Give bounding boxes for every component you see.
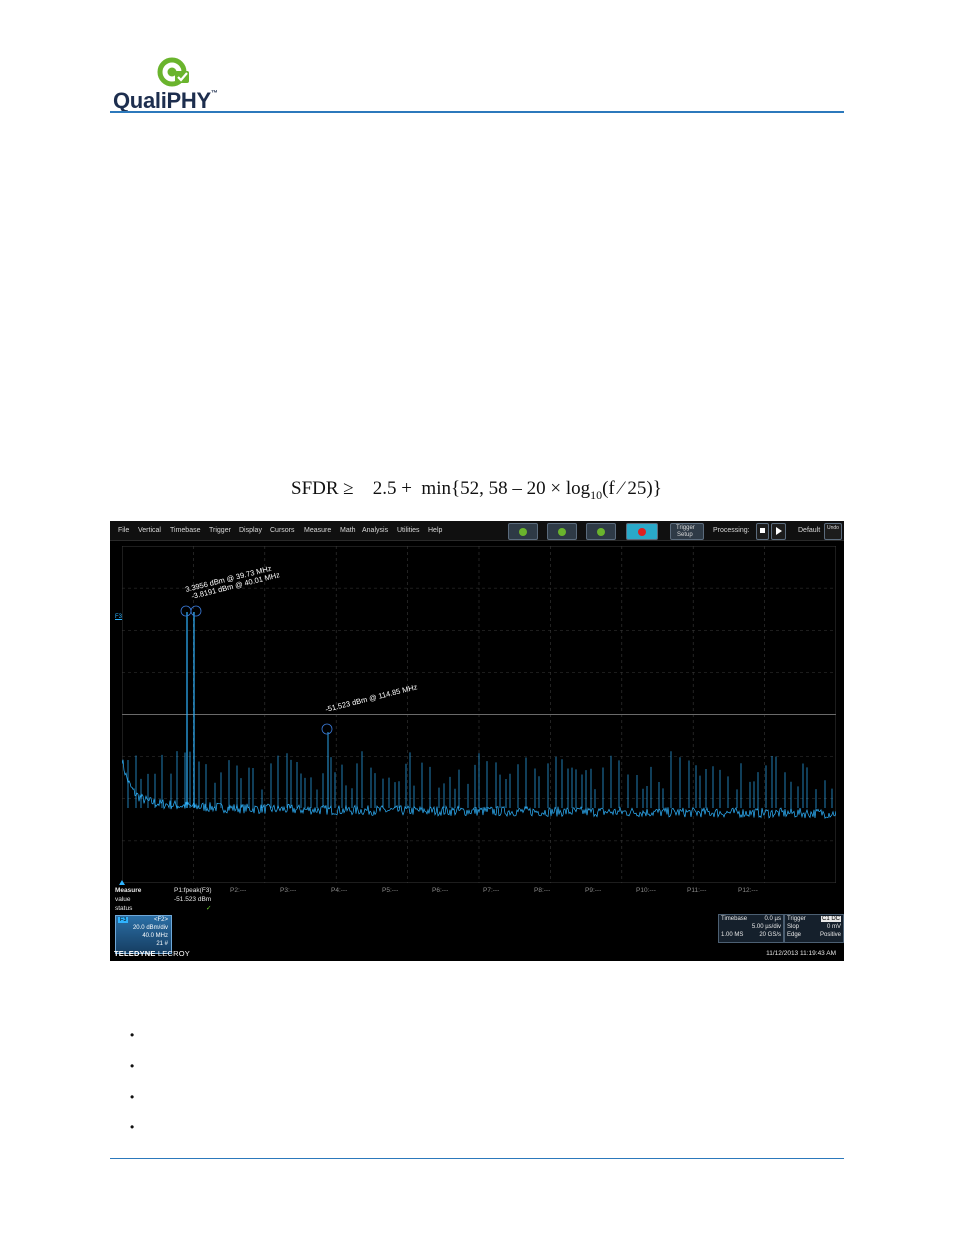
- default-label[interactable]: Default: [798, 527, 820, 534]
- trigger-edge-label: Edge: [787, 932, 802, 938]
- param-p7[interactable]: P7:---: [483, 887, 499, 894]
- trigger-setup-button[interactable]: Trigger Setup: [670, 523, 704, 540]
- param-p6[interactable]: P6:---: [432, 887, 448, 894]
- measure-row-value: value: [115, 896, 131, 903]
- snapshot-button[interactable]: [547, 523, 577, 540]
- trigger-setup-label-2: Setup: [677, 532, 693, 538]
- bullet-2: •: [130, 1059, 135, 1073]
- trigger-slope-label: Slop: [787, 924, 800, 930]
- stop-button[interactable]: [756, 523, 769, 540]
- undo-label: Undo: [827, 525, 839, 531]
- recall-button[interactable]: [586, 523, 616, 540]
- timebase-rate: 20 GS/s: [759, 932, 781, 938]
- trigger-label: Trigger: [787, 916, 806, 922]
- scope-datetime: 11/12/2013 11:19:43 AM: [766, 950, 836, 957]
- brand-bold: TELEDYNE: [114, 949, 156, 958]
- f3-scale: 20.0 dBm/div: [132, 925, 168, 931]
- logo-trademark: ™: [210, 90, 218, 97]
- recall-icon: [597, 527, 605, 536]
- menu-utilities[interactable]: Utilities: [397, 527, 420, 534]
- trigger-position-marker: [119, 880, 125, 885]
- f3-center: 40.0 MHz: [142, 933, 168, 939]
- formula-lhs: SFDR ≥: [291, 478, 354, 499]
- param-p11[interactable]: P11:---: [687, 887, 706, 894]
- auto-setup-icon: [519, 527, 527, 536]
- record-button[interactable]: [626, 523, 658, 540]
- timebase-label: Timebase: [721, 916, 748, 922]
- param-p1-value: -51.523 dBm: [174, 896, 212, 903]
- trigger-slope-value: 0 mV: [826, 924, 841, 930]
- param-p1-status-check: ✓: [206, 905, 212, 912]
- param-p9[interactable]: P9:---: [585, 887, 601, 894]
- param-p8[interactable]: P8:---: [534, 887, 550, 894]
- measure-row-status: status: [115, 905, 133, 912]
- menu-display[interactable]: Display: [239, 527, 262, 534]
- snapshot-icon: [558, 527, 566, 536]
- trace-f3-marker[interactable]: F3: [115, 614, 122, 620]
- processing-label: Processing:: [713, 527, 750, 534]
- menu-math[interactable]: Math: [340, 527, 356, 534]
- teledyne-lecroy-brand: TELEDYNE LECROY: [114, 949, 190, 958]
- timebase-descriptor[interactable]: Timebase 0.0 µs 5.00 µs/div 1.00 MS 20 G…: [718, 914, 784, 943]
- param-p2[interactable]: P2:---: [230, 887, 246, 894]
- menu-measure[interactable]: Measure: [304, 527, 331, 534]
- bullet-4: •: [130, 1120, 135, 1134]
- timebase-samples: 1.00 MS: [721, 932, 744, 938]
- param-p4[interactable]: P4:---: [331, 887, 347, 894]
- brand-lite: LECROY: [155, 949, 190, 958]
- trigger-descriptor[interactable]: Trigger C1 DC Slop 0 mV Edge Positive: [784, 914, 844, 943]
- param-p3[interactable]: P3:---: [280, 887, 296, 894]
- bullet-1: •: [130, 1028, 135, 1042]
- menu-analysis[interactable]: Analysis: [362, 527, 388, 534]
- timebase-delay: 0.0 µs: [764, 916, 781, 922]
- param-p10[interactable]: P10:---: [636, 887, 656, 894]
- menu-help[interactable]: Help: [428, 527, 442, 534]
- sfdr-formula: SFDR ≥ 2.5 + min{52, 58 – 20 × log10(f ⁄…: [291, 478, 662, 503]
- run-button[interactable]: [771, 523, 786, 540]
- spectrum-grid: 3.3956 dBm @ 39.73 MHz -3.8191 dBm @ 40.…: [122, 546, 836, 883]
- trigger-setup-label-1: Trigger: [676, 525, 695, 531]
- bullet-3: •: [130, 1090, 135, 1104]
- formula-subscript: 10: [590, 487, 603, 502]
- stop-icon: [760, 528, 765, 533]
- logo-name: QualiPHY: [113, 88, 211, 113]
- menu-trigger[interactable]: Trigger: [209, 527, 231, 534]
- trigger-edge-value: Positive: [819, 932, 841, 938]
- undo-button[interactable]: Undo: [824, 523, 842, 540]
- menu-timebase[interactable]: Timebase: [170, 527, 200, 534]
- f3-source: <F2>: [153, 917, 168, 923]
- formula-rhs: 2.5 + min{52, 58 – 20 × log: [372, 478, 591, 499]
- header-rule: [110, 111, 844, 113]
- play-icon: [776, 527, 782, 535]
- formula-rhs-end: (f ⁄ 25)}: [602, 478, 662, 499]
- footer-rule: [110, 1158, 844, 1159]
- param-p5[interactable]: P5:---: [382, 887, 398, 894]
- auto-setup-button[interactable]: [508, 523, 538, 540]
- param-p1-name[interactable]: P1:fpeak(F3): [174, 887, 212, 894]
- record-icon: [638, 527, 646, 536]
- timebase-per-div: 5.00 µs/div: [751, 924, 781, 930]
- menu-cursors[interactable]: Cursors: [270, 527, 295, 534]
- oscilloscope-screenshot: File Vertical Timebase Trigger Display C…: [110, 521, 844, 961]
- f3-tag: F3: [118, 917, 129, 923]
- trigger-mode: C1 DC: [820, 916, 841, 922]
- scope-menubar: File Vertical Timebase Trigger Display C…: [110, 521, 844, 541]
- measure-title: Measure: [115, 887, 142, 894]
- menu-vertical[interactable]: Vertical: [138, 527, 161, 534]
- menu-file[interactable]: File: [118, 527, 129, 534]
- f3-count: 21 #: [156, 941, 168, 947]
- param-p12[interactable]: P12:---: [738, 887, 758, 894]
